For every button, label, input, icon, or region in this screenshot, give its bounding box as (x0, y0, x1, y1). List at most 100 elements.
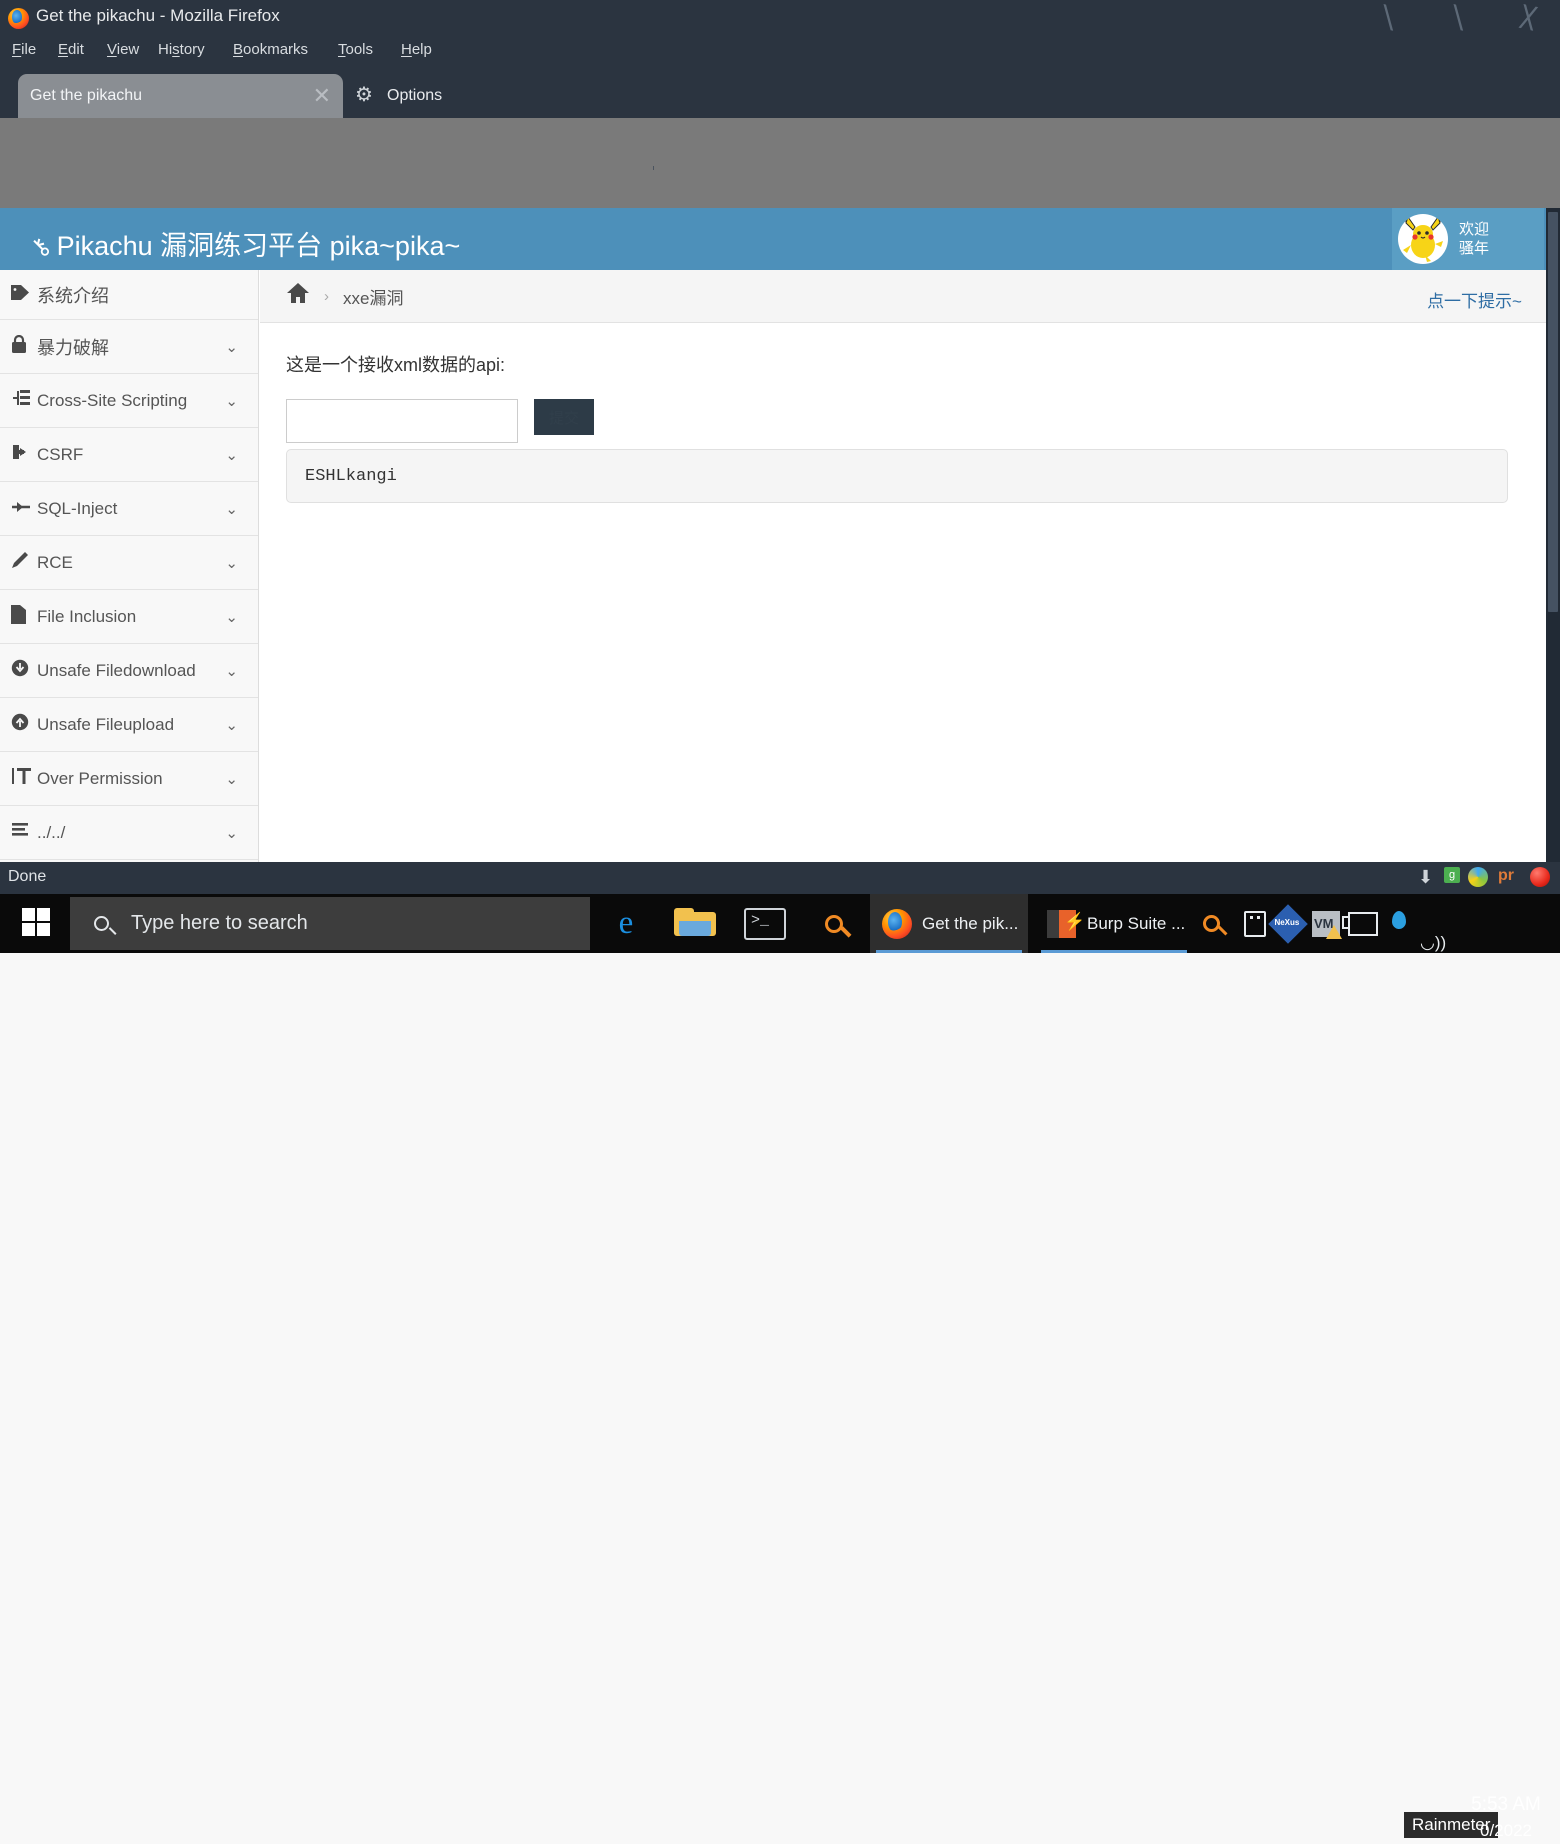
chevron-down-icon[interactable]: ⌄ (225, 824, 238, 842)
taskbar-window-firefox[interactable]: Get the pik... (870, 894, 1028, 953)
firefox-logo-icon (8, 8, 29, 29)
vm-warning-icon[interactable]: VM (1312, 911, 1342, 939)
chevron-down-icon[interactable]: ⌄ (225, 554, 238, 572)
menu-bar: File Edit View History Bookmarks Tools H… (0, 36, 1560, 66)
chevron-down-icon[interactable]: ⌄ (225, 500, 238, 518)
sidebar-item-traversal[interactable]: ../../ ⌄ (0, 806, 258, 860)
home-icon[interactable] (286, 282, 310, 310)
terminal-glyph: >_ (751, 912, 770, 929)
tab-label: Options (387, 87, 443, 104)
api-description: 这是一个接收xml数据的api: (286, 355, 506, 375)
chevron-down-icon[interactable]: ⌄ (225, 662, 238, 680)
breadcrumb: › xxe漏洞 点一下提示~ (260, 270, 1546, 323)
navigation-toolbar: ← i 192.168.42.236/pikachu 90% ▼ ↻ Searc… (0, 118, 1560, 282)
terminal-icon[interactable]: >_ (744, 908, 786, 940)
clock-time: 5:53 AM (1471, 1794, 1541, 1815)
xml-input[interactable] (286, 399, 518, 443)
minimize-button[interactable]: ╲ (1372, 6, 1402, 30)
breadcrumb-separator: › (324, 287, 329, 305)
sidebar-item-unsafe-fileupload[interactable]: Unsafe Fileupload ⌄ (0, 698, 258, 752)
search-magnifier-icon[interactable] (1203, 894, 1231, 953)
menu-bookmarks[interactable]: Bookmarks (227, 39, 314, 60)
tab-close-icon[interactable]: ✕ (313, 83, 331, 109)
file-icon (11, 604, 37, 629)
tag-icon (11, 284, 37, 306)
minimize-glyph: ╲ (1379, 6, 1395, 30)
rainmeter-icon[interactable] (1388, 909, 1414, 939)
sidebar-item-label: RCE (37, 552, 73, 572)
sidebar: 系统介绍 暴力破解 ⌄ Cross-Site Scripting ⌄ CSRF … (0, 270, 259, 862)
content-area: › xxe漏洞 点一下提示~ 这是一个接收xml数据的api: 提交 ESHLk… (260, 270, 1546, 862)
xss-icon (11, 389, 37, 412)
chevron-down-icon[interactable]: ⌄ (225, 392, 238, 410)
maximize-glyph: ╲ (1449, 6, 1465, 30)
close-button[interactable]: ╳ (1512, 6, 1542, 30)
display-icon[interactable] (1342, 912, 1378, 936)
menu-help[interactable]: Help (395, 39, 438, 60)
user-welcome-box[interactable]: 欢迎 骚年 (1392, 208, 1544, 270)
menu-view[interactable]: View (101, 39, 145, 60)
burp-suite-icon: ⚡ (1047, 909, 1085, 939)
xxe-panel: 这是一个接收xml数据的api: 提交 ESHLkangi (260, 323, 1546, 503)
edge-icon[interactable]: e (604, 894, 648, 953)
windows-taskbar: Type here to search e >_ Get the pik... … (0, 894, 1560, 1840)
avatar (1398, 214, 1448, 264)
sidebar-item-label: ../../ (37, 822, 66, 842)
sidebar-item-file-inclusion[interactable]: File Inclusion ⌄ (0, 590, 258, 644)
text-icon (11, 767, 37, 790)
windows-logo-icon[interactable] (22, 908, 50, 936)
edge-glyph: e (618, 905, 634, 941)
file-explorer-icon[interactable] (672, 894, 718, 953)
chevron-down-icon[interactable]: ⌄ (225, 770, 238, 788)
menu-history[interactable]: History (152, 39, 211, 60)
syringe-icon (11, 498, 37, 519)
maximize-button[interactable]: ╲ (1442, 6, 1472, 30)
cortana-search-icon[interactable] (812, 894, 856, 953)
page-scrollbar-thumb[interactable] (1548, 212, 1558, 612)
chevron-down-icon[interactable]: ⌄ (225, 446, 238, 464)
download-circle-icon (11, 659, 37, 682)
site-title-text: Pikachu 漏洞练习平台 pika~pika~ (56, 231, 461, 261)
taskbar-search-box[interactable]: Type here to search (70, 897, 590, 950)
pikachu-icon (1403, 215, 1443, 262)
green-badge-icon[interactable]: g (1444, 867, 1460, 883)
swirl-icon[interactable] (1468, 867, 1488, 887)
red-dot-icon[interactable] (1530, 867, 1550, 887)
tab-options[interactable]: ⚙ Options (343, 74, 673, 118)
sidebar-item-brute-force[interactable]: 暴力破解 ⌄ (0, 320, 258, 374)
sidebar-item-system-intro[interactable]: 系统介绍 (0, 270, 258, 320)
gear-icon: ⚙ (355, 84, 373, 106)
status-bar: Done ⬇ g pr (0, 862, 1560, 894)
sidebar-item-unsafe-filedownload[interactable]: Unsafe Filedownload ⌄ (0, 644, 258, 698)
hint-link[interactable]: 点一下提示~ (1427, 287, 1522, 312)
taskbar-window-burp-suite[interactable]: ⚡ Burp Suite ... (1035, 894, 1193, 953)
close-glyph: ╳ (1519, 6, 1535, 30)
title-bar: Get the pikachu - Mozilla Firefox ╲ ╲ ╳ (0, 0, 1560, 36)
pikachu-site-header: ⚷Pikachu 漏洞练习平台 pika~pika~ 欢迎 骚年 (0, 208, 1546, 270)
clock[interactable]: 5:53 AM 0/2022 (1458, 1792, 1554, 1844)
chevron-down-icon[interactable]: ⌄ (225, 608, 238, 626)
welcome-text: 欢迎 骚年 (1459, 220, 1489, 258)
volume-icon[interactable]: ◡)) (1420, 913, 1446, 972)
menu-tools[interactable]: Tools (332, 39, 379, 60)
bookmarks-toolbar: Altoro Mutual (0, 170, 1560, 370)
sidebar-item-cross-site-scripting[interactable]: Cross-Site Scripting ⌄ (0, 374, 258, 428)
download-icon[interactable]: ⬇ (1418, 867, 1433, 888)
nexus-icon[interactable]: NeXus (1268, 904, 1308, 944)
usb-icon[interactable] (1244, 911, 1266, 937)
menu-edit[interactable]: Edit (52, 39, 90, 60)
sidebar-item-csrf[interactable]: CSRF ⌄ (0, 428, 258, 482)
menu-file[interactable]: File (6, 39, 42, 60)
sidebar-item-sql-inject[interactable]: SQL-Inject ⌄ (0, 482, 258, 536)
sidebar-item-label: Unsafe Fileupload (37, 714, 175, 734)
chevron-down-icon[interactable]: ⌄ (225, 338, 238, 356)
sidebar-item-over-permission[interactable]: Over Permission ⌄ (0, 752, 258, 806)
search-placeholder: Type here to search (131, 912, 308, 934)
chevron-down-icon[interactable]: ⌄ (225, 716, 238, 734)
submit-button[interactable]: 提交 (534, 399, 594, 435)
pr-icon[interactable]: pr (1498, 867, 1514, 885)
xxe-form: 提交 (286, 399, 1520, 443)
tab-strip: Get the pikachu ✕ ⚙ Options ✕ + (0, 66, 1560, 172)
sidebar-item-rce[interactable]: RCE ⌄ (0, 536, 258, 590)
tab-get-the-pikachu[interactable]: Get the pikachu ✕ (18, 74, 343, 118)
